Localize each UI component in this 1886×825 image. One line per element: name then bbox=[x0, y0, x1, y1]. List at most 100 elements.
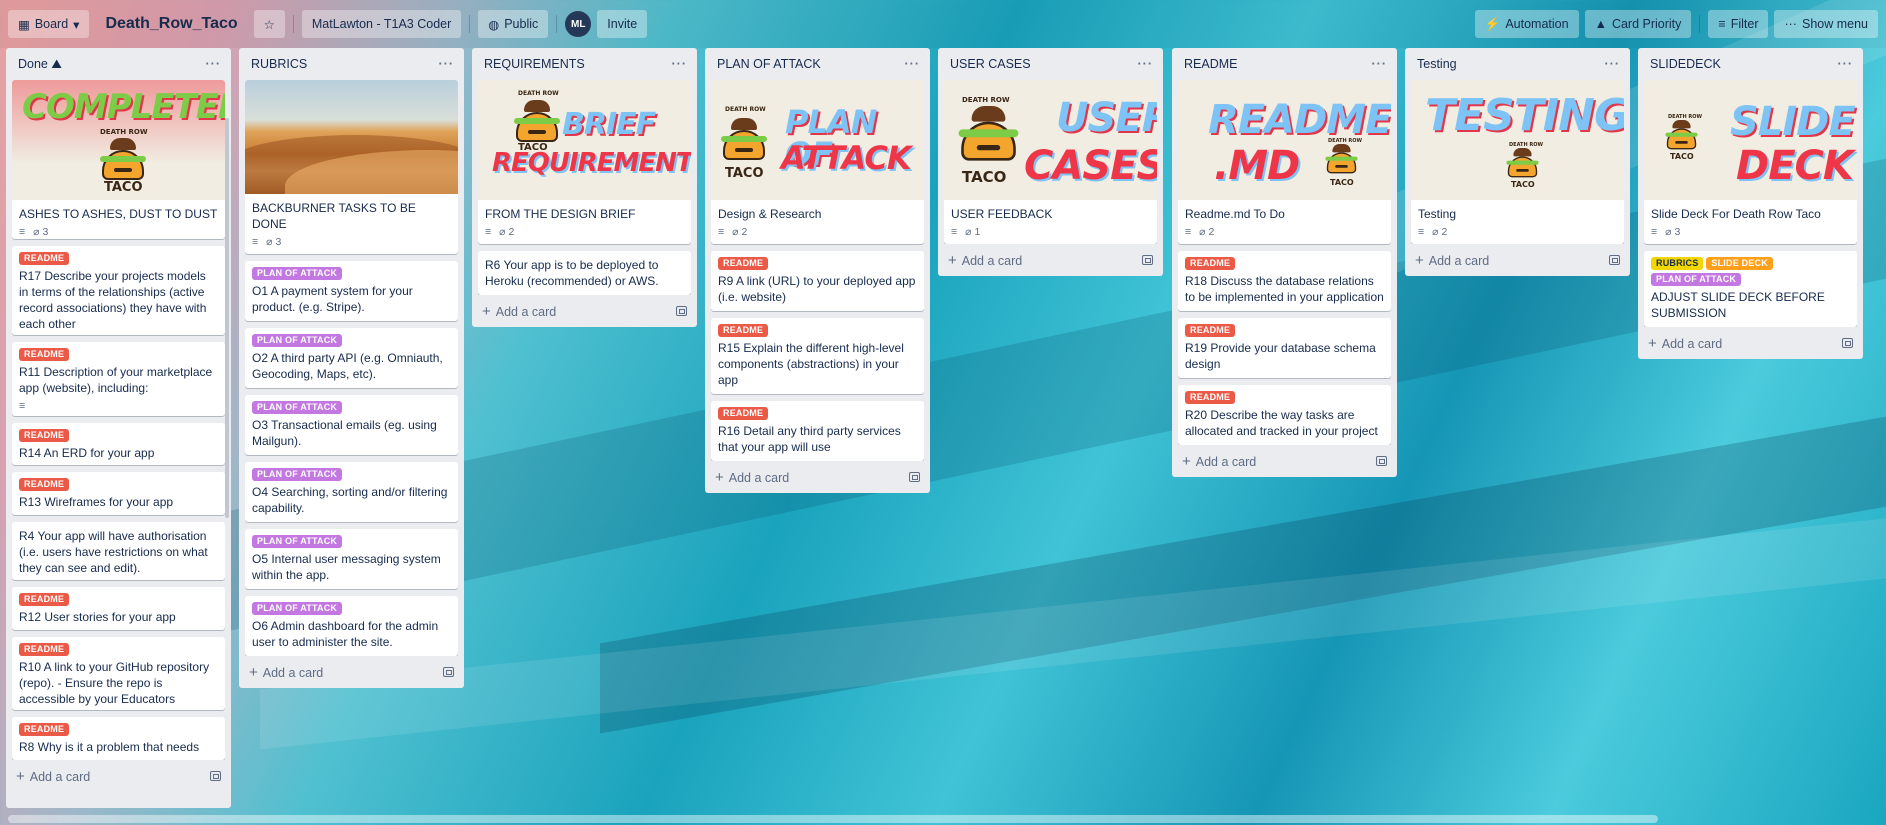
card-priority-button[interactable]: ▲ Card Priority bbox=[1584, 10, 1692, 38]
list-header[interactable]: PLAN OF ATTACK ··· bbox=[705, 48, 930, 80]
add-card-button[interactable]: + Add a card bbox=[1172, 445, 1397, 477]
list-scrollbar[interactable] bbox=[225, 118, 229, 518]
attachment-badge: ⌀ 3 bbox=[33, 226, 49, 238]
card-title: R12 User stories for your app bbox=[19, 610, 176, 625]
list-item[interactable]: PLAN OF ATTACK O3 Transactional emails (e… bbox=[245, 395, 458, 455]
list-menu-button[interactable]: ··· bbox=[1138, 57, 1154, 71]
cover-card[interactable]: BACKBURNER TASKS TO BE DONE ≡ ⌀ 3 bbox=[245, 80, 458, 254]
description-icon: ≡ bbox=[1185, 226, 1192, 238]
list-menu-button[interactable]: ··· bbox=[439, 57, 455, 71]
list-header[interactable]: REQUIREMENTS ··· bbox=[472, 48, 697, 80]
list-item[interactable]: README R8 Why is it a problem that needs bbox=[12, 717, 225, 760]
list-menu-button[interactable]: ··· bbox=[905, 57, 921, 71]
list-item[interactable]: README R14 An ERD for your app bbox=[12, 422, 225, 466]
avatar[interactable]: ML bbox=[565, 11, 592, 37]
list-done: Done ⛰ ··· COMPLETED DEATH ROW TACO ASHE… bbox=[6, 48, 231, 808]
cover-caption: DEATH ROW bbox=[725, 106, 766, 113]
list-header[interactable]: README ··· bbox=[1172, 48, 1397, 80]
star-button[interactable]: ☆ bbox=[253, 10, 285, 38]
plus-icon: + bbox=[1415, 251, 1424, 269]
template-icon[interactable] bbox=[210, 771, 221, 781]
list-item[interactable]: README R18 Discuss the database relations… bbox=[1178, 251, 1391, 311]
list-item[interactable]: R6 Your app is to be deployed to Heroku … bbox=[478, 251, 691, 295]
cover-caption: TACO bbox=[104, 180, 143, 195]
card-title: Design & Research bbox=[718, 207, 822, 221]
card-title: R8 Why is it a problem that needs bbox=[19, 740, 200, 755]
add-card-button[interactable]: + Add a card bbox=[1405, 244, 1630, 276]
list-item[interactable]: PLAN OF ATTACK O5 Internal user messaging… bbox=[245, 529, 458, 589]
card-title: ASHES TO ASHES, DUST TO DUST bbox=[19, 207, 218, 221]
cover-caption: TACO bbox=[1330, 178, 1354, 187]
board-horizontal-scrollbar[interactable] bbox=[8, 815, 1658, 823]
list-item[interactable]: README R9 A link (URL) to your deployed a… bbox=[711, 251, 924, 311]
card-title: R9 A link (URL) to your deployed app (i.… bbox=[718, 274, 916, 304]
template-icon[interactable] bbox=[1142, 255, 1153, 265]
list-item[interactable]: README R10 A link to your GitHub reposito… bbox=[12, 636, 225, 711]
list-item[interactable]: README R20 Describe the way tasks are all… bbox=[1178, 385, 1391, 445]
add-card-button[interactable]: + Add a card bbox=[1638, 327, 1863, 359]
list-title: REQUIREMENTS bbox=[484, 57, 585, 71]
cover-card[interactable]: DEATH ROW TACO USER CASES USER FEEDBACK … bbox=[944, 80, 1157, 244]
list-header[interactable]: RUBRICS ··· bbox=[239, 48, 464, 80]
template-icon[interactable] bbox=[909, 472, 920, 482]
list-header[interactable]: Done ⛰ ··· bbox=[6, 48, 231, 80]
workspace-button[interactable]: MatLawton - T1A3 Coder bbox=[301, 10, 462, 38]
list-item[interactable]: PLAN OF ATTACK O2 A third party API (e.g.… bbox=[245, 328, 458, 388]
template-icon[interactable] bbox=[1609, 255, 1620, 265]
template-icon[interactable] bbox=[1842, 338, 1853, 348]
plus-icon: + bbox=[715, 468, 724, 486]
cover-card[interactable]: README .MD DEATH ROW TACO Readme.md To D… bbox=[1178, 80, 1391, 244]
list-title: SLIDEDECK bbox=[1650, 57, 1721, 71]
board-view-switcher[interactable]: ▦ Board ▾ bbox=[8, 10, 90, 38]
cover-card[interactable]: DEATH ROW TACO BRIEF REQUIREMENTS FROM T… bbox=[478, 80, 691, 244]
list-item[interactable]: README R15 Explain the different high-lev… bbox=[711, 318, 924, 394]
cover-card[interactable]: TESTING DEATH ROW TACO Testing ≡ ⌀ 2 bbox=[1411, 80, 1624, 244]
list-item[interactable]: PLAN OF ATTACK O4 Searching, sorting and/… bbox=[245, 462, 458, 522]
list-item[interactable]: README R16 Detail any third party service… bbox=[711, 401, 924, 461]
list-item[interactable]: README R13 Wireframes for your app bbox=[12, 472, 225, 515]
paperclip-icon: ⌀ bbox=[1199, 226, 1206, 238]
attachment-badge: ⌀ 2 bbox=[499, 226, 515, 238]
card-list: TESTING DEATH ROW TACO Testing ≡ ⌀ 2 bbox=[1405, 80, 1630, 244]
automation-button[interactable]: ⚡ Automation bbox=[1474, 10, 1579, 38]
template-icon[interactable] bbox=[676, 306, 687, 316]
add-card-button[interactable]: + Add a card bbox=[938, 244, 1163, 276]
list-menu-button[interactable]: ··· bbox=[206, 57, 222, 71]
filter-button[interactable]: ≡ Filter bbox=[1708, 10, 1769, 38]
board-title[interactable]: Death_Row_Taco bbox=[95, 15, 247, 33]
list-header[interactable]: Testing ··· bbox=[1405, 48, 1630, 80]
template-icon[interactable] bbox=[443, 667, 454, 677]
invite-button[interactable]: Invite bbox=[597, 10, 648, 38]
list-menu-button[interactable]: ··· bbox=[1838, 57, 1854, 71]
list-header[interactable]: SLIDEDECK ··· bbox=[1638, 48, 1863, 80]
list-item[interactable]: README R17 Describe your projects models … bbox=[12, 245, 225, 336]
template-icon[interactable] bbox=[1376, 456, 1387, 466]
list-item[interactable]: README R11 Description of your marketplac… bbox=[12, 342, 225, 416]
cover-card[interactable]: DEATH ROW TACO PLAN OF ATTACK Design & R… bbox=[711, 80, 924, 244]
cover-card[interactable]: DEATH ROW TACO SLIDE DECK Slide Deck For… bbox=[1644, 80, 1857, 244]
add-card-button[interactable]: + Add a card bbox=[6, 760, 231, 792]
cover-caption: TACO bbox=[1670, 152, 1694, 161]
card-title: R20 Describe the way tasks are allocated… bbox=[1185, 408, 1378, 438]
list-item[interactable]: RUBRICS SLIDE DECK PLAN OF ATTACK ADJUST… bbox=[1644, 251, 1857, 327]
show-menu-button[interactable]: ··· Show menu bbox=[1774, 10, 1878, 38]
list-menu-button[interactable]: ··· bbox=[1372, 57, 1388, 71]
list-item[interactable]: PLAN OF ATTACK O1 A payment system for yo… bbox=[245, 261, 458, 321]
visibility-button[interactable]: ◍ Public bbox=[478, 10, 549, 38]
list-item[interactable]: README R12 User stories for your app bbox=[12, 587, 225, 630]
list-item[interactable]: README R19 Provide your database schema d… bbox=[1178, 318, 1391, 378]
list-title: Done ⛰ bbox=[18, 56, 62, 71]
add-card-button[interactable]: + Add a card bbox=[239, 656, 464, 688]
cover-card[interactable]: COMPLETED DEATH ROW TACO ASHES TO ASHES,… bbox=[12, 80, 225, 239]
description-icon: ≡ bbox=[1418, 226, 1425, 238]
list-item[interactable]: R4 Your app will have authorisation (i.e… bbox=[12, 521, 225, 581]
add-card-button[interactable]: + Add a card bbox=[705, 461, 930, 493]
list-plan-of-attack: PLAN OF ATTACK ··· DEATH ROW TACO PLAN O… bbox=[705, 48, 930, 493]
list-menu-button[interactable]: ··· bbox=[1605, 57, 1621, 71]
list-header[interactable]: USER CASES ··· bbox=[938, 48, 1163, 80]
list-menu-button[interactable]: ··· bbox=[672, 57, 688, 71]
list-item[interactable]: PLAN OF ATTACK O6 Admin dashboard for the… bbox=[245, 596, 458, 656]
attachment-badge: ⌀ 2 bbox=[732, 226, 748, 238]
taco-logo-icon bbox=[719, 118, 769, 162]
add-card-button[interactable]: + Add a card bbox=[472, 295, 697, 327]
